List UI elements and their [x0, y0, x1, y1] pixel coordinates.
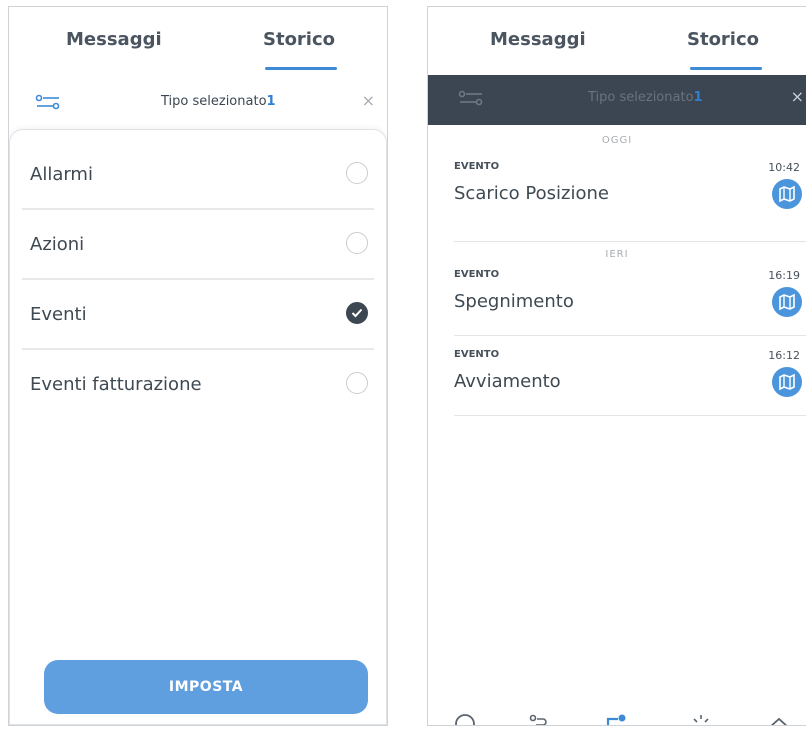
filter-count: 1 — [693, 90, 703, 105]
option-label: Allarmi — [30, 164, 93, 185]
filter-icon[interactable] — [35, 93, 61, 113]
entry-name: Spegnimento — [454, 291, 574, 312]
radio-unchecked[interactable] — [346, 162, 368, 184]
tab-messaggi[interactable]: Messaggi — [490, 29, 586, 50]
imposta-button[interactable]: IMPOSTA — [44, 660, 368, 714]
tab-storico[interactable]: Storico — [687, 29, 759, 50]
route-icon[interactable] — [528, 713, 550, 726]
filter-summary: Tipo selezionato1 — [588, 90, 703, 105]
entry-time: 16:12 — [768, 349, 800, 362]
radio-checked[interactable] — [346, 302, 368, 324]
filter-bar: Tipo selezionato1 × — [9, 79, 387, 127]
option-eventi-fatturazione[interactable]: Eventi fatturazione — [22, 348, 374, 418]
map-button[interactable] — [772, 367, 802, 397]
tab-messaggi[interactable]: Messaggi — [66, 29, 162, 50]
radio-unchecked[interactable] — [346, 232, 368, 254]
filter-screen: Messaggi Storico Tipo selezionato1 × All… — [8, 6, 388, 726]
map-button[interactable] — [772, 179, 802, 209]
tab-bar: Messaggi Storico — [9, 7, 387, 77]
filter-summary-label: Tipo selezionato — [588, 90, 694, 105]
option-label: Azioni — [30, 234, 85, 255]
option-azioni[interactable]: Azioni — [22, 208, 374, 280]
day-label: IERI — [605, 249, 629, 260]
filter-count: 1 — [266, 94, 276, 109]
entry-type: EVENTO — [454, 349, 500, 360]
entry-time: 10:42 — [768, 161, 800, 174]
map-button[interactable] — [772, 287, 802, 317]
messages-icon[interactable] — [606, 713, 628, 726]
filter-options-sheet: Allarmi Azioni Eventi Eventi fatturazion… — [9, 129, 387, 725]
filter-summary-label: Tipo selezionato — [161, 94, 267, 109]
entry-time: 16:19 — [768, 269, 800, 282]
list-item[interactable]: EVENTO 16:12 Avviamento — [454, 345, 806, 416]
tab-storico[interactable]: Storico — [263, 29, 335, 50]
bottom-nav — [428, 703, 806, 725]
check-icon — [351, 308, 363, 318]
more-icon[interactable] — [768, 713, 790, 726]
radio-unchecked[interactable] — [346, 372, 368, 394]
option-allarmi[interactable]: Allarmi — [22, 138, 374, 210]
option-label: Eventi — [30, 304, 87, 325]
entry-name: Scarico Posizione — [454, 183, 609, 204]
entry-type: EVENTO — [454, 161, 500, 172]
map-icon — [779, 373, 795, 391]
day-label: OGGI — [601, 135, 633, 146]
tab-bar: Messaggi Storico — [428, 7, 806, 77]
close-icon[interactable]: × — [791, 87, 804, 106]
option-eventi[interactable]: Eventi — [22, 278, 374, 350]
entry-name: Avviamento — [454, 371, 561, 392]
active-tab-indicator — [690, 67, 762, 70]
option-label: Eventi fatturazione — [30, 374, 202, 395]
close-icon[interactable]: × — [362, 91, 375, 110]
active-tab-indicator — [265, 67, 337, 70]
filter-icon[interactable] — [458, 89, 484, 109]
map-icon — [779, 293, 795, 311]
light-icon[interactable] — [690, 713, 712, 726]
entry-type: EVENTO — [454, 269, 500, 280]
list-item[interactable]: EVENTO 10:42 Scarico Posizione — [454, 157, 806, 242]
filter-bar[interactable]: Tipo selezionato1 × — [428, 75, 806, 125]
map-icon — [779, 185, 795, 203]
list-item[interactable]: EVENTO 16:19 Spegnimento — [454, 265, 806, 336]
filter-summary: Tipo selezionato1 — [161, 94, 276, 109]
home-icon[interactable] — [454, 713, 476, 726]
history-screen: Messaggi Storico Tipo selezionato1 × OGG… — [427, 6, 806, 726]
